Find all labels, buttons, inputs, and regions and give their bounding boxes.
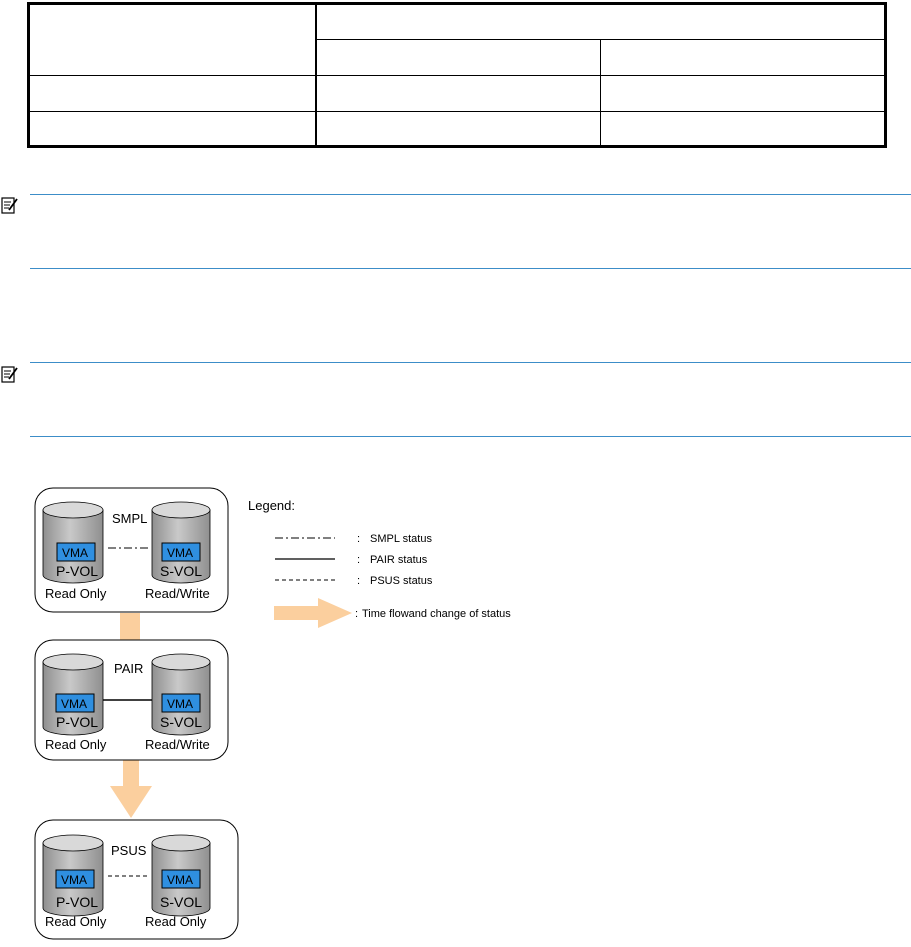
legend-sep: :	[357, 533, 360, 545]
state-smpl: SMPL VMA P-VOL VMA S-VOL Read Only Read/…	[34, 487, 229, 613]
vol-badge: VMA	[61, 873, 87, 887]
vol-badge: VMA	[167, 697, 193, 711]
table-divider	[30, 75, 884, 76]
state-status-label: PSUS	[111, 843, 147, 858]
legend-text: SMPL status	[370, 533, 432, 545]
vol-label: P-VOL	[56, 563, 98, 579]
flow-arrow	[120, 613, 140, 640]
note-rule	[30, 362, 911, 363]
vol-badge: VMA	[61, 697, 87, 711]
note-rule	[30, 436, 911, 437]
state-pair: PAIR VMA P-VOL VMA S-VOL Read Only Read/…	[34, 639, 229, 761]
table-divider	[317, 39, 884, 40]
vol-label: S-VOL	[160, 563, 202, 579]
table-divider	[600, 39, 601, 145]
vol-label: S-VOL	[160, 894, 202, 910]
legend-sep: :	[355, 608, 358, 620]
access-label: Read Only	[45, 914, 107, 929]
vol-badge: VMA	[62, 546, 88, 560]
s-vol-cylinder: VMA S-VOL	[151, 653, 211, 736]
table-divider	[30, 111, 884, 112]
pair-status-diagram: SMPL VMA P-VOL VMA S-VOL Read Only Read/…	[34, 487, 511, 940]
access-label: Read/Write	[145, 737, 210, 752]
p-vol-cylinder: VMA P-VOL	[42, 501, 104, 584]
legend-text: Time flowand change of status	[362, 608, 511, 620]
legend-text: PAIR status	[370, 554, 428, 566]
note-icon	[1, 197, 18, 214]
s-vol-cylinder: VMA S-VOL	[151, 834, 211, 917]
vol-label: P-VOL	[56, 714, 98, 730]
legend: Legend: : SMPL status : PAIR status : PS…	[248, 498, 511, 628]
flow-arrow	[110, 760, 152, 818]
access-label: Read Only	[145, 914, 207, 929]
vol-label: P-VOL	[56, 894, 98, 910]
note-rule	[30, 268, 911, 269]
legend-text: PSUS status	[370, 575, 433, 587]
access-label: Read Only	[45, 586, 107, 601]
p-vol-cylinder: VMA P-VOL	[42, 834, 104, 917]
note-rule	[30, 194, 911, 195]
state-status-label: PAIR	[114, 661, 143, 676]
vol-badge: VMA	[167, 546, 193, 560]
legend-item-pair: : PAIR status	[275, 554, 428, 566]
state-status-label: SMPL	[112, 511, 147, 526]
legend-sep: :	[357, 554, 360, 566]
legend-sep: :	[357, 575, 360, 587]
s-vol-cylinder: VMA S-VOL	[151, 501, 211, 584]
vol-label: S-VOL	[160, 714, 202, 730]
legend-item-flow: : Time flowand change of status	[274, 598, 511, 628]
note-icon	[1, 366, 18, 383]
state-psus: PSUS VMA P-VOL VMA S-VOL Read Only Read …	[34, 819, 239, 940]
p-vol-cylinder: VMA P-VOL	[42, 653, 104, 736]
access-label: Read/Write	[145, 586, 210, 601]
legend-title: Legend:	[248, 498, 295, 513]
legend-item-psus: : PSUS status	[275, 575, 433, 587]
access-label: Read Only	[45, 737, 107, 752]
legend-item-smpl: : SMPL status	[275, 533, 432, 545]
data-table	[27, 2, 887, 148]
vol-badge: VMA	[167, 873, 193, 887]
